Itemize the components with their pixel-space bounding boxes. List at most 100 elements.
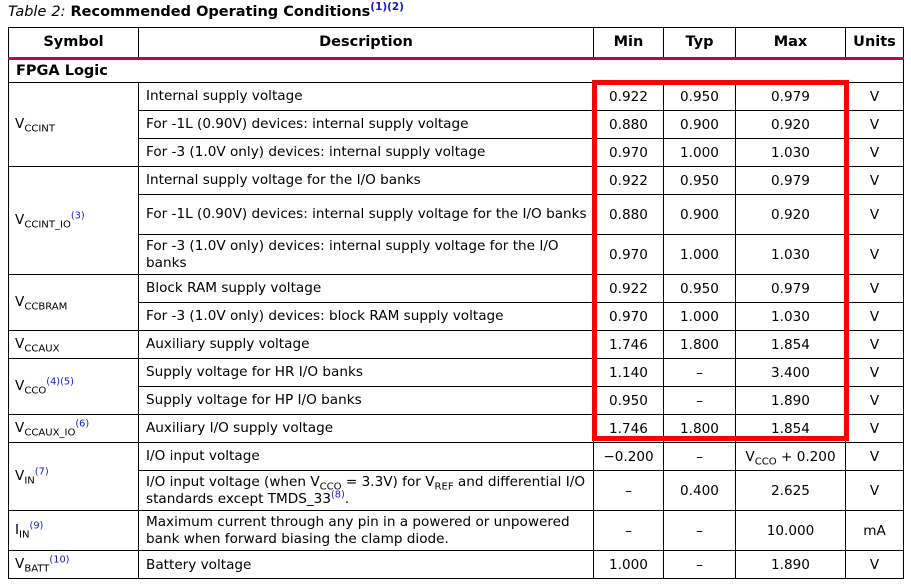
cell-symbol: VCCAUX — [8, 330, 139, 360]
cell-typ: 1.000 — [663, 233, 736, 276]
cell-description: Supply voltage for HP I/O banks — [138, 386, 594, 416]
cell-units: V — [845, 550, 904, 580]
cell-units: V — [845, 442, 904, 472]
cell-typ: – — [663, 358, 736, 388]
cell-description: Maximum current through any pin in a pow… — [138, 510, 594, 552]
recommended-operating-conditions-table: Symbol Description Min Typ Max Units FPG… — [8, 27, 904, 580]
cell-min: 0.880 — [593, 194, 664, 235]
table-body: FPGA Logic VCCINT Internal supply voltage 0… — [8, 58, 904, 580]
cell-description: Block RAM supply voltage — [138, 274, 594, 304]
cell-description: For -1L (0.90V) devices: internal supply… — [138, 194, 594, 235]
caption-footnote-refs: (1)(2) — [370, 1, 404, 14]
cell-symbol: VCCINT_IO(3) — [8, 165, 139, 276]
cell-units: V — [845, 110, 904, 139]
cell-symbol: VCCAUX_IO(6) — [8, 414, 139, 444]
cell-max: 10.000 — [735, 510, 846, 552]
cell-min: 0.970 — [593, 138, 664, 167]
table-row: VCCINT_IO(3) Internal supply voltage for … — [8, 165, 904, 276]
cell-max: 0.920 — [735, 194, 846, 235]
cell-max: 1.890 — [735, 550, 846, 580]
cell-max: 0.920 — [735, 110, 846, 139]
cell-units: V — [845, 166, 904, 195]
table-section-row: FPGA Logic — [8, 58, 904, 83]
cell-typ: 0.900 — [663, 110, 736, 139]
cell-description: For -1L (0.90V) devices: internal supply… — [138, 110, 594, 139]
cell-description: For -3 (1.0V only) devices: internal sup… — [138, 138, 594, 167]
cell-typ: 0.950 — [663, 166, 736, 195]
cell-typ: – — [663, 386, 736, 416]
cell-min: −0.200 — [593, 442, 664, 472]
section-label-fpga-logic: FPGA Logic — [8, 58, 904, 83]
cell-max: VCCO + 0.200 — [735, 442, 846, 472]
table-row: For -3 (1.0V only) devices: internal sup… — [9, 233, 904, 276]
cell-description: For -3 (1.0V only) devices: block RAM su… — [138, 302, 594, 332]
cell-units: V — [845, 470, 904, 512]
cell-max: 1.854 — [735, 330, 846, 360]
table-row: VIN(7) I/O input voltage −0.200– VCCO + 0.2… — [8, 442, 904, 512]
cell-min: 0.970 — [593, 302, 664, 332]
cell-units: V — [845, 358, 904, 388]
cell-max: 3.400 — [735, 358, 846, 388]
cell-typ: – — [663, 550, 736, 580]
cell-description: Auxiliary I/O supply voltage — [138, 414, 594, 444]
table-row: VCCINT Internal supply voltage 0.922 0.950 0… — [8, 82, 904, 167]
cell-symbol: VIN(7) — [8, 442, 139, 512]
cell-max: 0.979 — [735, 274, 846, 304]
cell-description: Supply voltage for HR I/O banks — [138, 358, 594, 388]
cell-max: 0.979 — [735, 82, 846, 111]
cell-units: V — [845, 194, 904, 235]
cell-typ: 0.400 — [663, 470, 736, 512]
cell-typ: 0.900 — [663, 194, 736, 235]
cell-description: Battery voltage — [138, 550, 594, 580]
table-row: I/O input voltage (when VCCO = 3.3V) for… — [9, 470, 904, 512]
cell-symbol: VCCBRAM — [8, 274, 139, 332]
caption-title: Recommended Operating Conditions — [70, 4, 371, 20]
table-row: VCCAUX Auxiliary supply voltage 1.746 1.800… — [8, 330, 904, 360]
cell-symbol: VCCINT — [8, 82, 139, 167]
table-row: IIN(9) Maximum current through any pin in… — [8, 510, 904, 552]
cell-min: 1.746 — [593, 330, 664, 360]
cell-min: 0.950 — [593, 386, 664, 416]
caption-label: Table — [8, 4, 47, 20]
cell-description: I/O input voltage (when VCCO = 3.3V) for… — [138, 470, 594, 512]
cell-min: – — [593, 510, 664, 552]
cell-typ: 1.800 — [663, 414, 736, 444]
column-header-typ: Typ — [663, 27, 736, 60]
caption-number: 2: — [51, 4, 66, 20]
cell-max: 1.030 — [735, 138, 846, 167]
cell-max: 1.030 — [735, 233, 846, 276]
cell-symbol: VBATT(10) — [8, 550, 139, 580]
cell-units: V — [845, 82, 904, 111]
cell-units: V — [845, 233, 904, 276]
cell-min: 1.746 — [593, 414, 664, 444]
cell-min: – — [593, 470, 664, 512]
cell-units: V — [845, 274, 904, 304]
column-header-max: Max — [735, 27, 846, 60]
table-row: For -3 (1.0V only) devices: internal sup… — [9, 138, 904, 167]
cell-max: 1.854 — [735, 414, 846, 444]
cell-units: V — [845, 302, 904, 332]
cell-max: 1.890 — [735, 386, 846, 416]
column-header-units: Units — [845, 27, 904, 60]
column-header-description: Description — [138, 27, 594, 60]
cell-max: 0.979 — [735, 166, 846, 195]
cell-units: mA — [845, 510, 904, 552]
cell-typ: 1.000 — [663, 138, 736, 167]
cell-typ: – — [663, 510, 736, 552]
cell-units: V — [845, 138, 904, 167]
cell-symbol: IIN(9) — [8, 510, 139, 552]
operating-conditions-table-wrapper: Symbol Description Min Typ Max Units FPG… — [8, 27, 904, 580]
cell-min: 0.880 — [593, 110, 664, 139]
cell-typ: 1.000 — [663, 302, 736, 332]
cell-typ: 0.950 — [663, 274, 736, 304]
table-row: VCCBRAM Block RAM supply voltage 0.922 0.95… — [8, 274, 904, 332]
cell-units: V — [845, 414, 904, 444]
column-header-symbol: Symbol — [8, 27, 139, 60]
cell-typ: – — [663, 442, 736, 472]
cell-description: For -3 (1.0V only) devices: internal sup… — [138, 233, 594, 276]
table-row: For -1L (0.90V) devices: internal supply… — [9, 110, 904, 139]
table-row: VBATT(10) Battery voltage 1.000–1.890 V — [8, 550, 904, 580]
cell-min: 0.922 — [593, 166, 664, 195]
cell-description: Internal supply voltage — [138, 82, 594, 111]
cell-symbol: VCCO(4)(5) — [8, 358, 139, 416]
